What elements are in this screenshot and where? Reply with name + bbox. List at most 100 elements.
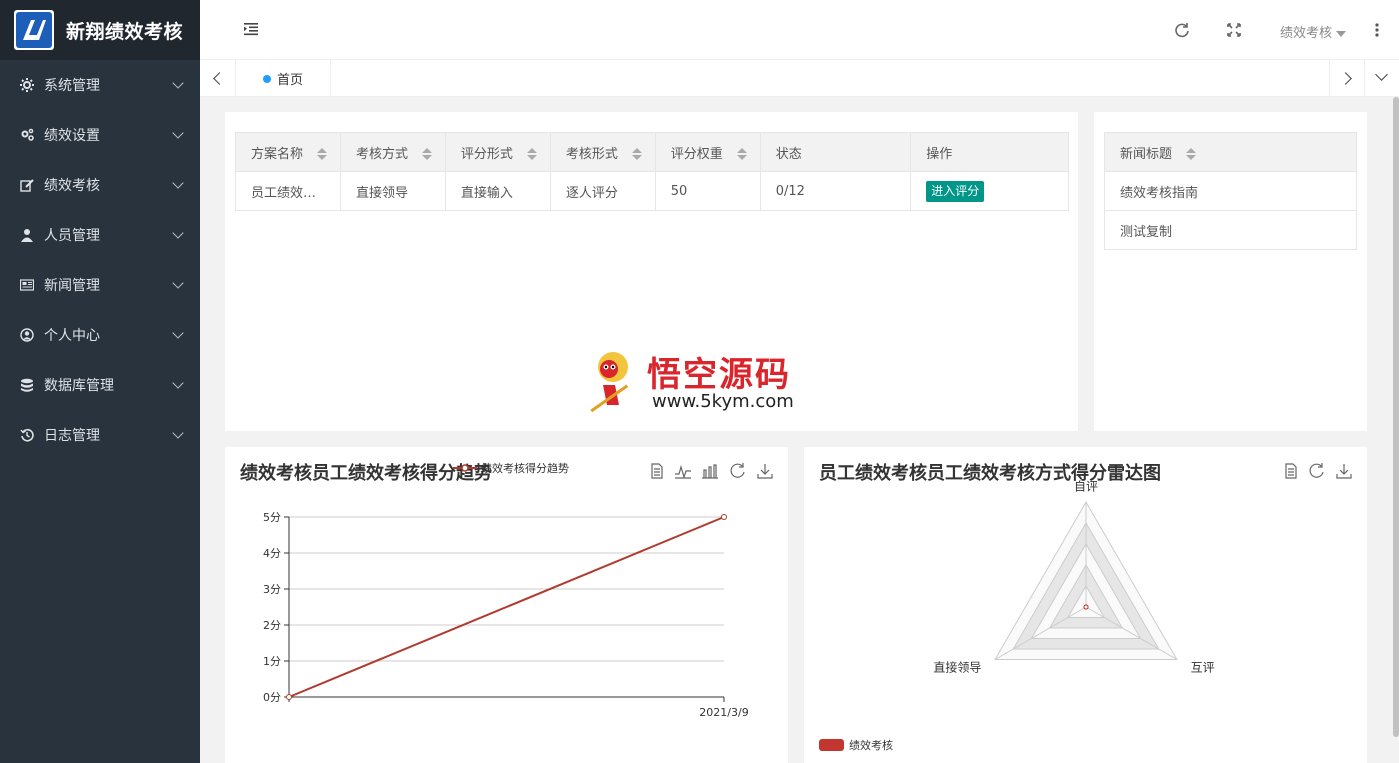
legend-label: 绩效考核得分趋势 [481, 461, 569, 475]
tab-options-button[interactable] [1364, 60, 1399, 97]
tab-bar: 首页 [200, 60, 1399, 97]
col-header-score-type[interactable]: 评分形式 [444, 132, 551, 172]
page-scrollbar[interactable] [1393, 97, 1399, 737]
enter-scoring-button[interactable]: 进入评分 [926, 180, 985, 202]
col-header-weight[interactable]: 评分权重 [654, 132, 761, 172]
col-header-method[interactable]: 考核方式 [339, 132, 446, 172]
sort-icon[interactable] [421, 148, 432, 160]
chevron-down-icon [172, 177, 184, 189]
fullscreen-icon[interactable] [1226, 22, 1242, 38]
data-view-icon[interactable] [1282, 462, 1300, 480]
active-dot-icon [263, 74, 271, 83]
sidebar-item-7[interactable]: 日志管理 [0, 410, 200, 460]
app-title: 新翔绩效考核 [66, 20, 184, 43]
table-header-row: 新闻标题 [1104, 132, 1357, 172]
gears-icon [21, 128, 34, 141]
data-view-icon[interactable] [648, 462, 666, 480]
radar-point[interactable] [1083, 604, 1089, 610]
col-header-form[interactable]: 考核形式 [549, 132, 656, 172]
legend-item[interactable]: 绩效考核 [819, 738, 893, 752]
news-table: 新闻标题 绩效考核指南 测试复制 [1104, 132, 1357, 250]
chevron-down-icon [172, 427, 184, 439]
table-row: 测试复制 [1104, 210, 1357, 250]
sidebar-item-label: 数据库管理 [44, 378, 114, 394]
sidebar-item-2[interactable]: 绩效考核 [0, 160, 200, 210]
data-point[interactable] [721, 514, 727, 520]
chevron-down-icon [172, 127, 184, 139]
user-menu[interactable]: 绩效考核 [1280, 22, 1347, 41]
watermark-cn-text: 悟空源码 [647, 355, 791, 395]
sidebar-item-3[interactable]: 人员管理 [0, 210, 200, 260]
chevron-down-icon [172, 227, 184, 239]
tab-scroll-right-button[interactable] [1329, 60, 1364, 97]
y-tick-label: 0分 [263, 691, 281, 704]
radar-indicator-label: 自评 [1074, 479, 1098, 493]
tab-scroll-left-button[interactable] [200, 60, 236, 97]
trend-line-chart: 绩效考核员工绩效考核得分趋势 绩效考核得分趋势 0分 1分 2分 3分 4分 5分 2021… [240, 461, 749, 719]
sidebar-item-5[interactable]: 个人中心 [0, 310, 200, 360]
cell-weight: 50 [654, 171, 761, 211]
sort-icon[interactable] [631, 148, 642, 160]
data-point[interactable] [286, 694, 292, 700]
sidebar-item-label: 系统管理 [44, 78, 100, 94]
newspaper-icon [20, 279, 34, 291]
user-icon [21, 229, 33, 242]
sort-icon[interactable] [317, 148, 328, 160]
sidebar-item-4[interactable]: 新闻管理 [0, 260, 200, 310]
logo-icon [14, 10, 54, 50]
restore-icon[interactable] [729, 462, 747, 480]
col-header-news-title[interactable]: 新闻标题 [1104, 132, 1357, 172]
watermark-url-text: www.5kym.com [652, 391, 794, 412]
sidebar-item-label: 绩效考核 [44, 178, 100, 194]
logo-area: 新翔绩效考核 [0, 0, 200, 60]
y-tick-label: 3分 [263, 583, 281, 596]
chevron-down-icon [1375, 68, 1388, 81]
y-tick-label: 1分 [263, 655, 281, 668]
radar-indicator-label: 互评 [1191, 660, 1215, 674]
more-vertical-icon[interactable] [1375, 22, 1379, 38]
sidebar-item-label: 人员管理 [44, 228, 100, 244]
database-icon [21, 378, 33, 392]
sort-icon[interactable] [736, 148, 747, 160]
download-icon[interactable] [1335, 462, 1353, 480]
radar-indicator-label: 直接领导 [933, 659, 981, 674]
col-header-plan-name[interactable]: 方案名称 [235, 132, 341, 172]
table-row: 员工绩效… 直接领导 直接输入 逐人评分 50 0/12 进入评分 [235, 171, 1069, 211]
col-header-status: 状态 [759, 132, 912, 172]
cell-action: 进入评分 [910, 171, 1069, 211]
sidebar-item-label: 绩效设置 [44, 128, 100, 144]
sidebar-item-1[interactable]: 绩效设置 [0, 110, 200, 160]
tab-home[interactable]: 首页 [237, 60, 331, 97]
sidebar-item-6[interactable]: 数据库管理 [0, 360, 200, 410]
monkey-icon [590, 352, 629, 413]
download-icon[interactable] [756, 462, 774, 480]
user-circle-icon [20, 328, 34, 342]
series-line [288, 516, 725, 698]
sort-icon[interactable] [1186, 148, 1197, 160]
cell-method: 直接领导 [339, 171, 446, 211]
sort-icon[interactable] [526, 148, 537, 160]
cell-score-type: 直接输入 [444, 171, 551, 211]
refresh-icon[interactable] [1174, 22, 1190, 38]
chart-title: 员工绩效考核员工绩效考核方式得分雷达图 [819, 462, 1161, 484]
news-title-cell[interactable]: 绩效考核指南 [1104, 171, 1357, 211]
sidebar-item-label: 日志管理 [44, 428, 100, 444]
news-card: 新闻标题 绩效考核指南 测试复制 [1094, 112, 1367, 431]
radar-chart: 员工绩效考核员工绩效考核方式得分雷达图 自评互评 直接领导 绩效考核 [819, 462, 1215, 752]
sidebar-item-label: 个人中心 [44, 328, 100, 344]
news-title-cell[interactable]: 测试复制 [1104, 210, 1357, 250]
assessment-table: 方案名称 考核方式 评分形式 考核形式 评分权重 状态 操作 员工绩效… 直接领… [235, 132, 1069, 211]
y-tick-label: 5分 [263, 511, 281, 524]
col-header-action: 操作 [910, 132, 1069, 172]
menu-toggle-icon[interactable] [244, 22, 258, 36]
chevron-down-icon [172, 327, 184, 339]
chevron-right-icon [1339, 72, 1352, 85]
top-header: 绩效考核 [200, 0, 1399, 60]
gear-icon [20, 78, 34, 92]
line-switch-icon[interactable] [674, 462, 692, 480]
tab-home-label: 首页 [277, 73, 304, 88]
restore-icon[interactable] [1308, 462, 1326, 480]
bar-switch-icon[interactable] [701, 462, 719, 480]
y-tick-label: 4分 [263, 547, 281, 560]
sidebar-item-0[interactable]: 系统管理 [0, 60, 200, 110]
